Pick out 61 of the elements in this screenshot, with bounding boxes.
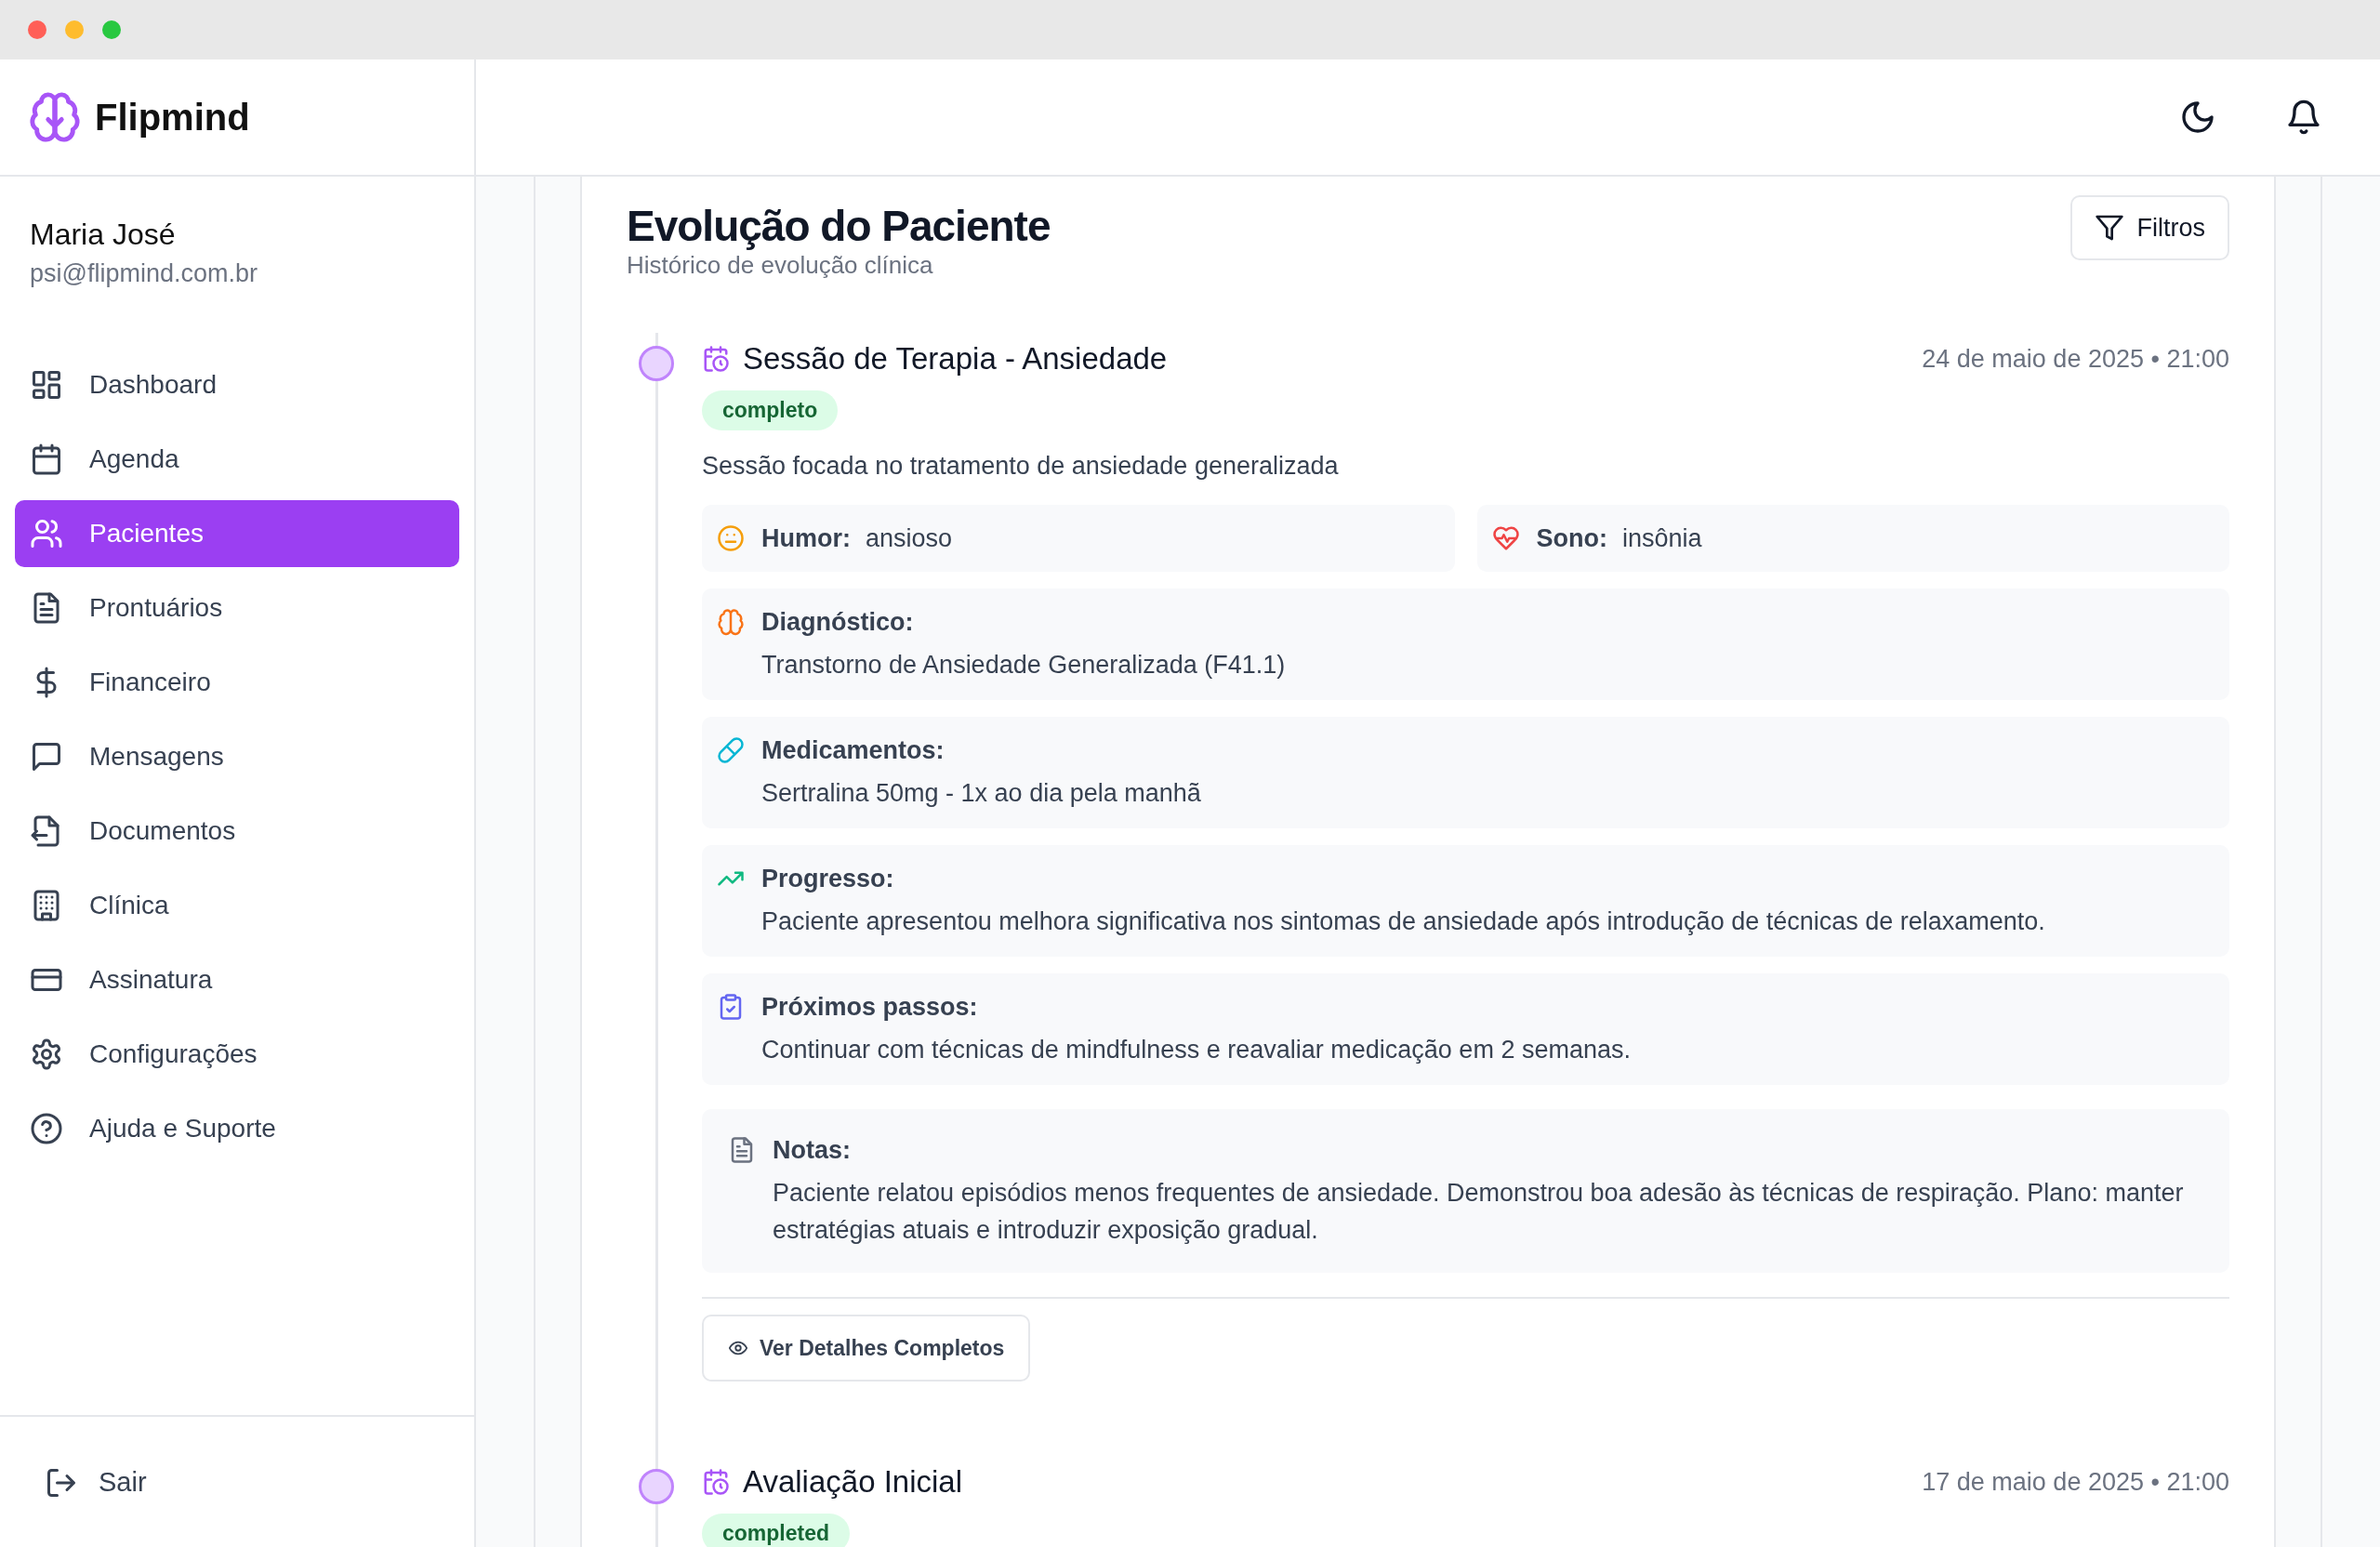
neutral-face-icon xyxy=(717,524,745,552)
section-label: Medicamentos: xyxy=(761,735,945,765)
user-email: psi@flipmind.com.br xyxy=(30,258,258,289)
users-icon xyxy=(30,517,63,550)
entry-title: Avaliação Inicial xyxy=(743,1464,963,1500)
page-title: Evolução do Paciente xyxy=(627,201,1051,251)
nav-item[interactable]: Mensagens xyxy=(15,723,459,790)
nav-item[interactable]: Ajuda e Suporte xyxy=(15,1095,459,1162)
nav-item[interactable]: Documentos xyxy=(15,798,459,865)
calendar-clock-icon xyxy=(702,1468,730,1496)
calendar-icon xyxy=(30,443,63,476)
section-text: Transtorno de Ansiedade Generalizada (F41.1) xyxy=(761,650,1287,681)
logout-link[interactable]: Sair xyxy=(45,1458,147,1506)
section-text: Paciente apresentou melhora significativa nos sintomas de ansiedade após introdução de técnicas de relaxamento. xyxy=(761,906,2046,937)
field-value: ansioso xyxy=(866,523,953,553)
entry-title: Sessão de Terapia - Ansiedade xyxy=(743,341,1168,377)
status-badge: completed xyxy=(702,1514,851,1547)
pill-icon xyxy=(717,736,745,764)
section-label: Notas: xyxy=(773,1135,851,1165)
field-label: Humor: xyxy=(761,523,851,553)
window-zoom-button[interactable] xyxy=(102,20,121,39)
section-label: Diagnóstico: xyxy=(761,607,914,637)
heart-pulse-icon xyxy=(1491,524,1520,552)
entry-date: 17 de maio de 2025 • 21:00 xyxy=(1922,1467,2229,1497)
notifications-bell-icon[interactable] xyxy=(2285,99,2322,136)
app-name: Flipmind xyxy=(95,96,250,139)
nav-item[interactable]: Configurações xyxy=(15,1021,459,1088)
grid-icon xyxy=(30,368,63,402)
nav-item[interactable]: Dashboard xyxy=(15,351,459,418)
filter-icon xyxy=(2094,213,2124,243)
section-text: Paciente relatou episódios menos frequentes de ansiedade. Demonstrou boa adesão às técnicas de respiração. Plano: manter estratégias atuais e introduzir exposição gradual. xyxy=(773,1178,2185,1246)
page-subtitle: Histórico de evolução clínica xyxy=(627,251,934,279)
window-close-button[interactable] xyxy=(28,20,46,39)
section-text: Continuar com técnicas de mindfulness e reavaliar medicação em 2 semanas. xyxy=(761,1035,1632,1065)
field-value: insônia xyxy=(1622,523,1702,553)
brain-icon xyxy=(717,608,745,636)
user-name: Maria José xyxy=(30,217,177,253)
calendar-clock-icon xyxy=(702,345,730,373)
nav-item[interactable]: Pacientes xyxy=(15,500,459,567)
nav-item[interactable]: Prontuários xyxy=(15,575,459,641)
timeline-dot xyxy=(639,346,674,381)
section-label: Progresso: xyxy=(761,864,894,893)
brain-logo-icon xyxy=(28,90,82,144)
nav-item[interactable]: Financeiro xyxy=(15,649,459,716)
entry-description: Sessão focada no tratamento de ansiedade generalizada xyxy=(702,451,1340,482)
settings-icon xyxy=(30,1038,63,1071)
nav-item[interactable]: Assinatura xyxy=(15,946,459,1013)
status-badge: completo xyxy=(702,390,839,430)
chat-bubble-icon xyxy=(30,740,63,774)
nav-item[interactable]: Agenda xyxy=(15,426,459,493)
section-label: Próximos passos: xyxy=(761,992,978,1022)
section-text: Sertralina 50mg - 1x ao dia pela manhã xyxy=(761,778,1202,809)
entry-date: 24 de maio de 2025 • 21:00 xyxy=(1922,344,2229,374)
field-label: Sono: xyxy=(1536,523,1607,553)
window-minimize-button[interactable] xyxy=(65,20,84,39)
view-details-button[interactable]: Ver Detalhes Completos xyxy=(702,1315,1031,1382)
filter-button[interactable]: Filtros xyxy=(2069,195,2229,260)
dark-mode-toggle[interactable] xyxy=(2179,99,2216,136)
timeline-dot xyxy=(639,1469,674,1504)
help-icon xyxy=(30,1112,63,1145)
nav-item[interactable]: Clínica xyxy=(15,872,459,939)
